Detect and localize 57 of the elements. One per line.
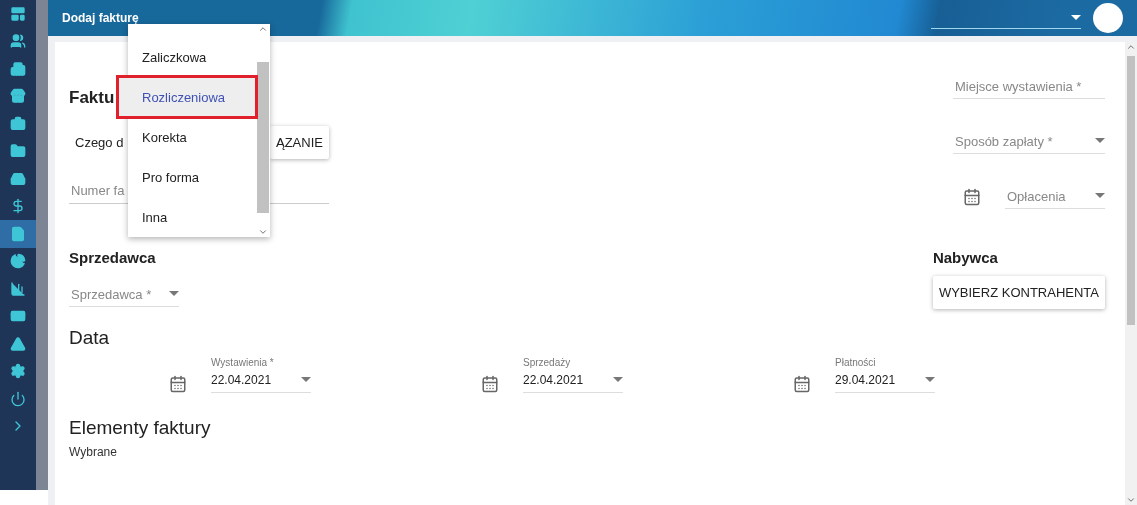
menu-item[interactable]: Zaliczkowa [128, 37, 256, 77]
sidebar-scrollbar[interactable] [36, 0, 48, 490]
seller-select[interactable]: Sprzedawca * [69, 282, 179, 307]
dropdown-caret-icon [1095, 193, 1105, 199]
menu-scrollbar[interactable] [256, 24, 270, 237]
folder-icon [10, 143, 26, 160]
invoice-number-field[interactable]: Numer fa [69, 183, 125, 198]
calendar-icon[interactable] [169, 375, 187, 393]
scroll-down-icon[interactable] [1126, 495, 1136, 505]
dropdown-caret-icon [301, 377, 311, 383]
form-title: Faktu [69, 88, 116, 108]
panel-icon [10, 5, 26, 22]
selected-label: Wybrane [69, 445, 118, 459]
dollar-icon [10, 198, 26, 215]
menu-item[interactable]: Rozliczeniowa [118, 77, 256, 117]
buyer-heading: Nabywca [932, 249, 998, 266]
dropdown-caret-icon [1095, 138, 1105, 144]
dropdown-caret-icon [925, 377, 935, 383]
calendar-icon[interactable] [793, 375, 811, 393]
date-select[interactable]: 29.04.2021 [835, 368, 935, 393]
calendar-icon[interactable] [481, 375, 499, 393]
document-icon [10, 225, 26, 242]
avatar[interactable] [1093, 3, 1123, 33]
option-button[interactable]: ĄZANIE [270, 126, 329, 159]
date-select[interactable]: 22.04.2021 [523, 368, 623, 393]
payment-method-select[interactable]: Sposób zapłaty * [953, 129, 1105, 154]
question-label: Czego d [74, 135, 125, 150]
scroll-down-icon[interactable] [258, 227, 268, 237]
briefcase-icon [10, 115, 26, 132]
power-icon [10, 390, 26, 407]
menu-item[interactable]: Inna [128, 197, 256, 237]
date-select[interactable]: 22.04.2021 [211, 368, 311, 393]
paid-date-select[interactable]: Opłacenia [1005, 184, 1105, 209]
items-heading: Elementy faktury [69, 417, 212, 439]
date-label: Płatności [835, 357, 877, 368]
scroll-up-icon[interactable] [1126, 42, 1136, 52]
pie-chart-icon [10, 253, 26, 270]
menu-item[interactable]: Korekta [128, 117, 256, 157]
date-label: Wystawienia * [211, 357, 275, 368]
sidebar-item[interactable] [0, 220, 36, 248]
date-label: Sprzedaży [523, 357, 572, 368]
dropdown-caret-icon [613, 377, 623, 383]
settings-icon [10, 363, 26, 380]
calendar-icon[interactable] [963, 187, 981, 206]
seller-heading: Sprzedawca [69, 249, 157, 266]
page-title: Dodaj fakturę [62, 11, 140, 25]
store-icon [10, 88, 26, 105]
date-heading: Data [69, 327, 111, 349]
warning-icon [10, 335, 26, 352]
bar-chart-icon [10, 280, 26, 297]
page-scrollbar[interactable] [1125, 42, 1137, 505]
scroll-up-icon[interactable] [258, 24, 268, 34]
place-field[interactable]: Miejsce wystawienia * [953, 74, 1105, 99]
dropdown-caret-icon [169, 291, 179, 297]
users-icon [10, 33, 26, 50]
dropdown-caret-icon [1071, 14, 1081, 21]
choose-contractor-button[interactable]: WYBIERZ KONTRAHENTA [932, 276, 1105, 309]
